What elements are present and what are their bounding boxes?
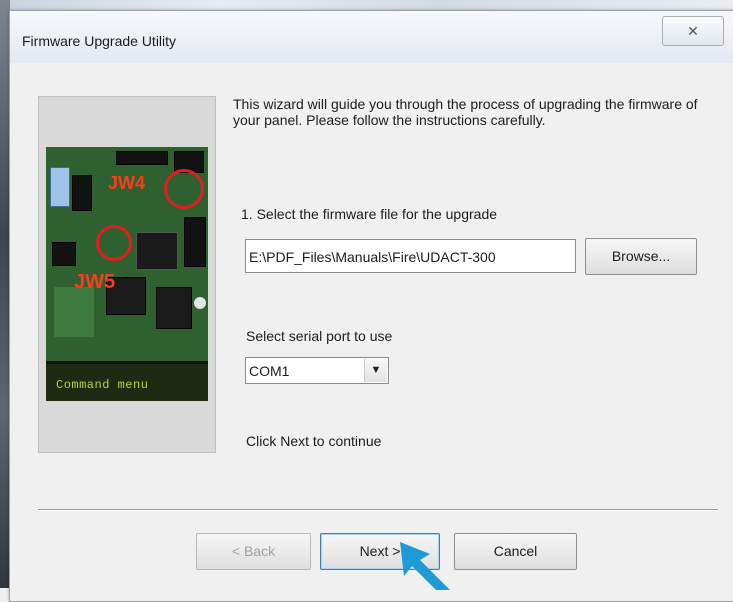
- dropdown-arrow-icon[interactable]: ▼: [364, 359, 387, 382]
- circuit-board-image: JW4 JW5 Command menu: [46, 147, 208, 401]
- processor-chip-shape: [136, 232, 178, 270]
- serial-port-label: Select serial port to use: [246, 328, 393, 344]
- jw4-highlight-circle: [164, 169, 204, 209]
- lcd-display: Command menu: [46, 361, 208, 401]
- dip-switch-shape: [50, 167, 70, 207]
- board-image-panel: JW4 JW5 Command menu: [38, 96, 216, 453]
- wizard-description: This wizard will guide you through the p…: [233, 96, 698, 128]
- connector-shape: [116, 151, 168, 165]
- chip-shape: [72, 175, 92, 211]
- step1-label: 1. Select the firmware file for the upgr…: [241, 206, 498, 222]
- close-button[interactable]: ✕: [662, 16, 724, 46]
- button-separator: [38, 509, 718, 511]
- continue-instruction: Click Next to continue: [246, 433, 382, 449]
- close-icon: ✕: [687, 23, 699, 39]
- firmware-file-path-field[interactable]: E:\PDF_Files\Manuals\Fire\UDACT-300: [245, 239, 576, 273]
- window-title: Firmware Upgrade Utility: [22, 33, 177, 49]
- jw5-highlight-circle: [96, 225, 132, 261]
- browse-button[interactable]: Browse...: [585, 238, 697, 275]
- chip-shape: [184, 217, 206, 267]
- firmware-upgrade-dialog: Firmware Upgrade Utility ✕ JW4 JW5 Comma…: [9, 10, 733, 602]
- board-area-shape: [194, 297, 206, 309]
- pointer-arrow-icon: [400, 542, 450, 590]
- jumper-label-jw4: JW4: [108, 173, 146, 193]
- lcd-text: Command menu: [56, 378, 149, 392]
- dialog-body: JW4 JW5 Command menu This wizard will gu…: [10, 63, 733, 601]
- chip-shape: [156, 287, 192, 329]
- chip-shape: [52, 242, 76, 266]
- serial-port-value: COM1: [249, 363, 290, 379]
- cancel-button[interactable]: Cancel: [454, 533, 577, 570]
- serial-port-select[interactable]: COM1 ▼: [245, 357, 389, 384]
- board-area-shape: [54, 287, 94, 337]
- back-button[interactable]: < Back: [196, 533, 311, 570]
- title-bar: Firmware Upgrade Utility ✕: [10, 11, 733, 63]
- jumper-label-jw5: JW5: [74, 271, 116, 293]
